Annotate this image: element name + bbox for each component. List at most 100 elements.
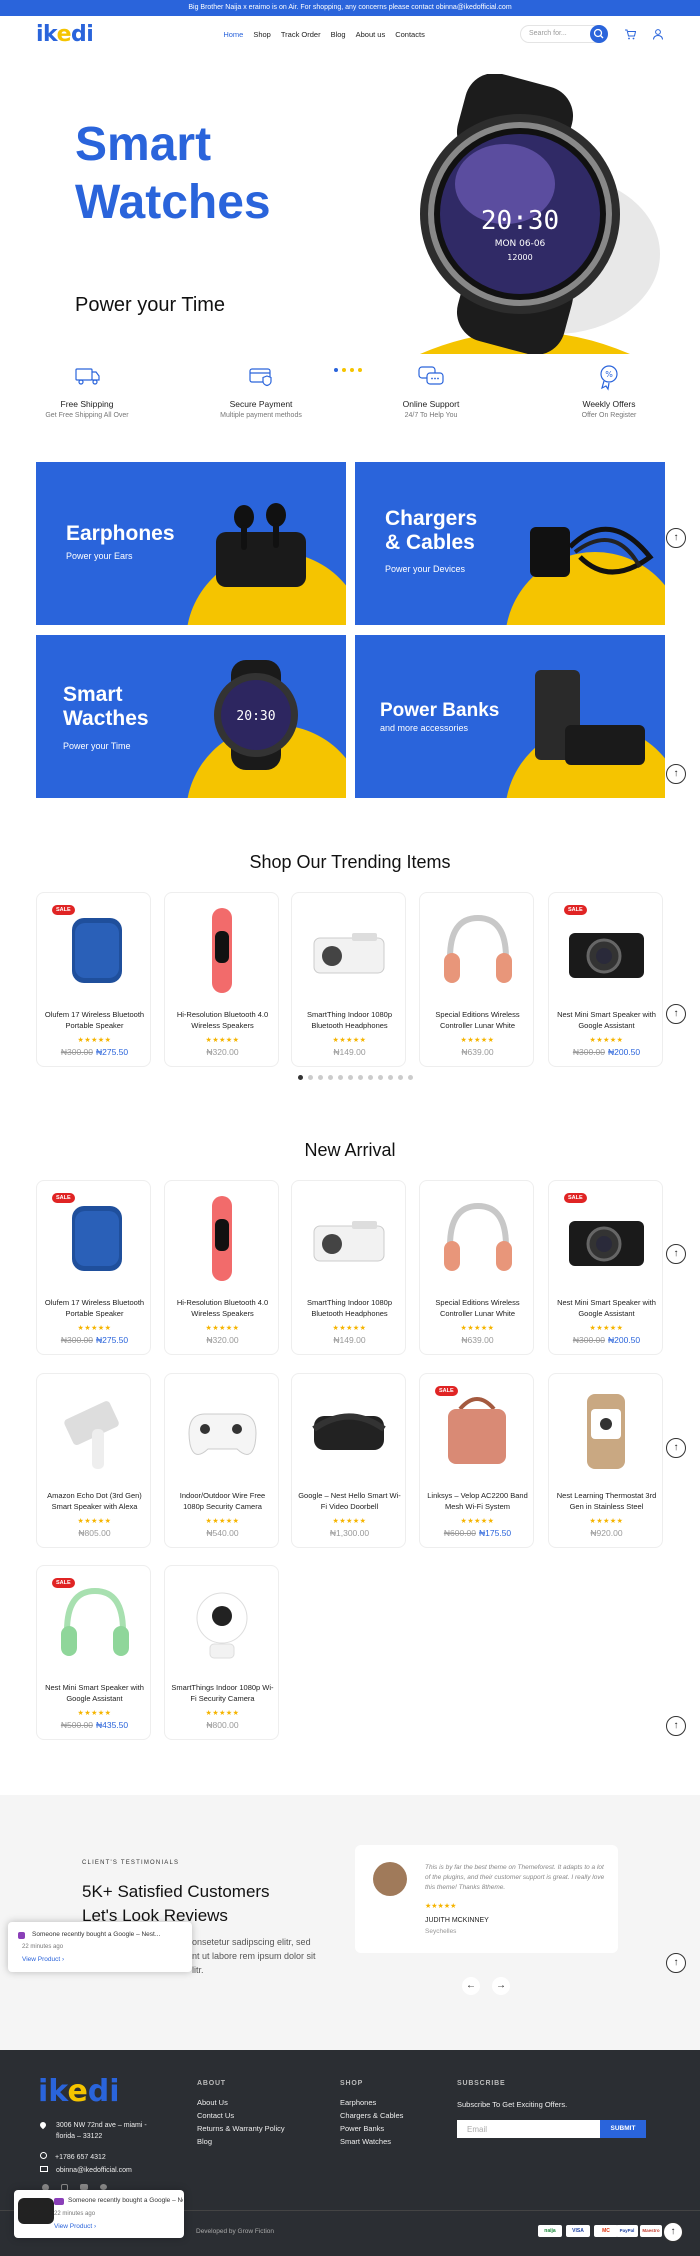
- scroll-top-button[interactable]: ↑: [666, 1953, 686, 1973]
- view-product-link[interactable]: View Product ›: [22, 1956, 64, 1963]
- banner-powerbanks[interactable]: Power Banks and more accessories: [355, 635, 665, 798]
- product-card[interactable]: Hi-Resolution Bluetooth 4.0 Wireless Spe…: [164, 892, 279, 1067]
- product-image[interactable]: [175, 1191, 270, 1286]
- scroll-top-button[interactable]: ↑: [666, 528, 686, 548]
- product-card[interactable]: Google – Nest Hello Smart Wi-Fi Video Do…: [291, 1373, 406, 1548]
- product-name[interactable]: Hi-Resolution Bluetooth 4.0 Wireless Spe…: [170, 1010, 275, 1031]
- view-product-link[interactable]: View Product ›: [54, 2223, 96, 2230]
- carousel-dot[interactable]: [318, 1075, 323, 1080]
- footer-email[interactable]: obinna@ikedofficial.com: [40, 2166, 132, 2174]
- product-name[interactable]: Olufem 17 Wireless Bluetooth Portable Sp…: [42, 1010, 147, 1031]
- product-image[interactable]: [559, 903, 654, 998]
- testimonial-next-button[interactable]: →: [492, 1977, 510, 1995]
- nav-home[interactable]: Home: [223, 30, 243, 39]
- product-card[interactable]: SALE Nest Mini Smart Speaker with Google …: [548, 1180, 663, 1355]
- product-card[interactable]: Special Editions Wireless Controller Lun…: [419, 1180, 534, 1355]
- product-image[interactable]: [302, 903, 397, 998]
- carousel-dot[interactable]: [308, 1075, 313, 1080]
- carousel-dot[interactable]: [388, 1075, 393, 1080]
- product-name[interactable]: Google – Nest Hello Smart Wi-Fi Video Do…: [297, 1491, 402, 1512]
- carousel-dot[interactable]: [398, 1075, 403, 1080]
- product-image[interactable]: [175, 1384, 270, 1479]
- product-name[interactable]: Olufem 17 Wireless Bluetooth Portable Sp…: [42, 1298, 147, 1319]
- product-card[interactable]: SALE Linksys – Velop AC2200 Band Mesh Wi-…: [419, 1373, 534, 1548]
- scroll-top-button[interactable]: ↑: [666, 1438, 686, 1458]
- product-name[interactable]: SmartThings Indoor 1080p Wi-Fi Security …: [170, 1683, 275, 1704]
- carousel-dot[interactable]: [348, 1075, 353, 1080]
- product-name[interactable]: SmartThing Indoor 1080p Bluetooth Headph…: [297, 1010, 402, 1031]
- product-name[interactable]: Special Editions Wireless Controller Lun…: [425, 1010, 530, 1031]
- product-card[interactable]: SmartThing Indoor 1080p Bluetooth Headph…: [291, 1180, 406, 1355]
- product-card[interactable]: SALE Nest Mini Smart Speaker with Google …: [36, 1565, 151, 1740]
- carousel-dot[interactable]: [358, 1075, 363, 1080]
- product-card[interactable]: Amazon Echo Dot (3rd Gen) Smart Speaker …: [36, 1373, 151, 1548]
- product-card[interactable]: SmartThings Indoor 1080p Wi-Fi Security …: [164, 1565, 279, 1740]
- product-name[interactable]: Special Editions Wireless Controller Lun…: [425, 1298, 530, 1319]
- search-button[interactable]: [590, 25, 608, 43]
- carousel-dot[interactable]: [298, 1075, 303, 1080]
- product-card[interactable]: SALE Olufem 17 Wireless Bluetooth Portabl…: [36, 892, 151, 1067]
- scroll-top-button[interactable]: ↑: [666, 764, 686, 784]
- carousel-dot[interactable]: [378, 1075, 383, 1080]
- carousel-dot[interactable]: [328, 1075, 333, 1080]
- product-image[interactable]: [47, 1191, 142, 1286]
- product-card[interactable]: Nest Learning Thermostat 3rd Gen in Stai…: [548, 1373, 663, 1548]
- product-image[interactable]: [559, 1191, 654, 1286]
- carousel-dot[interactable]: [338, 1075, 343, 1080]
- product-image[interactable]: [302, 1191, 397, 1286]
- product-image[interactable]: [430, 1191, 525, 1286]
- footer-link[interactable]: Returns & Warranty Policy: [197, 2122, 285, 2135]
- product-name[interactable]: Nest Mini Smart Speaker with Google Assi…: [554, 1010, 659, 1031]
- nav-blog[interactable]: Blog: [331, 30, 346, 39]
- product-name[interactable]: Nest Mini Smart Speaker with Google Assi…: [42, 1683, 147, 1704]
- banner-smartwatches[interactable]: Smart Wacthes Power your Time 20:30: [36, 635, 346, 798]
- product-image[interactable]: [302, 1384, 397, 1479]
- nav-track-order[interactable]: Track Order: [281, 30, 321, 39]
- product-name[interactable]: Linksys – Velop AC2200 Band Mesh Wi-Fi S…: [425, 1491, 530, 1512]
- product-card[interactable]: SALE Olufem 17 Wireless Bluetooth Portabl…: [36, 1180, 151, 1355]
- product-image[interactable]: [430, 1384, 525, 1479]
- banner-earphones[interactable]: Earphones Power your Ears: [36, 462, 346, 625]
- footer-link[interactable]: Contact Us: [197, 2109, 285, 2122]
- product-name[interactable]: Indoor/Outdoor Wire Free 1080p Security …: [170, 1491, 275, 1512]
- footer-phone[interactable]: +1786 657 4312: [40, 2152, 106, 2161]
- logo[interactable]: ikedi: [36, 22, 94, 47]
- footer-link[interactable]: Power Banks: [340, 2122, 403, 2135]
- testimonial-prev-button[interactable]: ←: [462, 1977, 480, 1995]
- product-image[interactable]: [175, 903, 270, 998]
- cart-icon[interactable]: [624, 28, 636, 40]
- footer-link[interactable]: Earphones: [340, 2096, 403, 2109]
- product-name[interactable]: Nest Learning Thermostat 3rd Gen in Stai…: [554, 1491, 659, 1512]
- product-name[interactable]: Amazon Echo Dot (3rd Gen) Smart Speaker …: [42, 1491, 147, 1512]
- product-name[interactable]: Nest Mini Smart Speaker with Google Assi…: [554, 1298, 659, 1319]
- banner-chargers[interactable]: Chargers & Cables Power your Devices: [355, 462, 665, 625]
- footer-link[interactable]: Blog: [197, 2135, 285, 2148]
- product-image[interactable]: [559, 1384, 654, 1479]
- product-name[interactable]: Hi-Resolution Bluetooth 4.0 Wireless Spe…: [170, 1298, 275, 1319]
- product-image[interactable]: [47, 903, 142, 998]
- product-card[interactable]: SALE Nest Mini Smart Speaker with Google …: [548, 892, 663, 1067]
- subscribe-email-input[interactable]: Email: [457, 2120, 600, 2138]
- scroll-top-button[interactable]: ↑: [666, 1244, 686, 1264]
- product-image[interactable]: [175, 1576, 270, 1671]
- carousel-dot[interactable]: [368, 1075, 373, 1080]
- user-icon[interactable]: [652, 28, 664, 40]
- footer-link[interactable]: Chargers & Cables: [340, 2109, 403, 2122]
- product-card[interactable]: SmartThing Indoor 1080p Bluetooth Headph…: [291, 892, 406, 1067]
- footer-link[interactable]: About Us: [197, 2096, 285, 2109]
- product-card[interactable]: Indoor/Outdoor Wire Free 1080p Security …: [164, 1373, 279, 1548]
- nav-shop[interactable]: Shop: [253, 30, 271, 39]
- scroll-top-button[interactable]: ↑: [666, 1004, 686, 1024]
- nav-about[interactable]: About us: [356, 30, 386, 39]
- product-name[interactable]: SmartThing Indoor 1080p Bluetooth Headph…: [297, 1298, 402, 1319]
- product-image[interactable]: [430, 903, 525, 998]
- product-card[interactable]: Special Editions Wireless Controller Lun…: [419, 892, 534, 1067]
- scroll-top-button[interactable]: ↑: [666, 1716, 686, 1736]
- scroll-top-button[interactable]: ↑: [663, 2222, 683, 2242]
- footer-link[interactable]: Smart Watches: [340, 2135, 403, 2148]
- subscribe-submit-button[interactable]: SUBMIT: [600, 2120, 646, 2138]
- product-card[interactable]: Hi-Resolution Bluetooth 4.0 Wireless Spe…: [164, 1180, 279, 1355]
- product-image[interactable]: [47, 1384, 142, 1479]
- footer-logo[interactable]: ikedi: [38, 2074, 120, 2109]
- carousel-dot[interactable]: [408, 1075, 413, 1080]
